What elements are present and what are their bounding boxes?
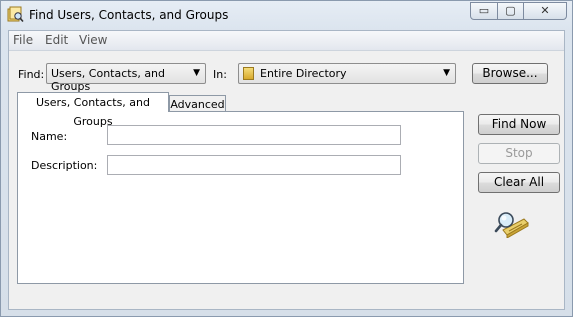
name-input[interactable] bbox=[107, 125, 401, 145]
find-type-value: Users, Contacts, and Groups bbox=[51, 67, 166, 93]
title-bar[interactable]: Find Users, Contacts, and Groups ▭ ▢ ✕ bbox=[1, 1, 572, 30]
in-scope-value: Entire Directory bbox=[260, 67, 347, 80]
description-input[interactable] bbox=[107, 155, 401, 175]
in-label: In: bbox=[213, 68, 227, 81]
find-type-dropdown[interactable]: Users, Contacts, and Groups ▼ bbox=[46, 63, 206, 93]
menu-file[interactable]: File bbox=[13, 33, 33, 47]
close-button[interactable]: ✕ bbox=[523, 2, 567, 20]
tab-users-contacts-groups[interactable]: Users, Contacts, and Groups bbox=[17, 92, 169, 128]
tab-label: Advanced bbox=[170, 98, 225, 111]
chevron-down-icon: ▼ bbox=[193, 68, 200, 78]
stop-button[interactable]: Stop bbox=[478, 143, 560, 164]
tab-advanced[interactable]: Advanced bbox=[169, 95, 226, 112]
close-icon: ✕ bbox=[540, 4, 550, 17]
maximize-icon: ▢ bbox=[505, 4, 516, 17]
find-users-app-icon bbox=[7, 6, 24, 23]
dialog-client-area: File Edit View Find: Users, Contacts, an… bbox=[8, 30, 565, 310]
find-label: Find: bbox=[18, 68, 45, 81]
menu-view[interactable]: View bbox=[79, 33, 107, 47]
description-label: Description: bbox=[31, 159, 98, 172]
name-label: Name: bbox=[31, 130, 68, 143]
menu-bar: File Edit View bbox=[9, 31, 564, 51]
find-now-button[interactable]: Find Now bbox=[478, 114, 560, 135]
minimize-icon: ▭ bbox=[478, 4, 490, 17]
search-criteria-panel: Name: Description: bbox=[17, 111, 464, 284]
window-title: Find Users, Contacts, and Groups bbox=[29, 8, 229, 22]
menu-edit[interactable]: Edit bbox=[45, 33, 68, 47]
maximize-button[interactable]: ▢ bbox=[497, 2, 524, 20]
find-users-window: Find Users, Contacts, and Groups ▭ ▢ ✕ F… bbox=[0, 0, 573, 317]
browse-button[interactable]: Browse... bbox=[472, 63, 548, 84]
clear-all-button[interactable]: Clear All bbox=[478, 172, 560, 193]
minimize-button[interactable]: ▭ bbox=[470, 2, 498, 20]
in-scope-dropdown[interactable]: Entire Directory ▼ bbox=[238, 63, 456, 84]
chevron-down-icon: ▼ bbox=[443, 68, 450, 78]
magnifier-directory-icon bbox=[494, 212, 529, 238]
directory-icon bbox=[243, 67, 254, 80]
